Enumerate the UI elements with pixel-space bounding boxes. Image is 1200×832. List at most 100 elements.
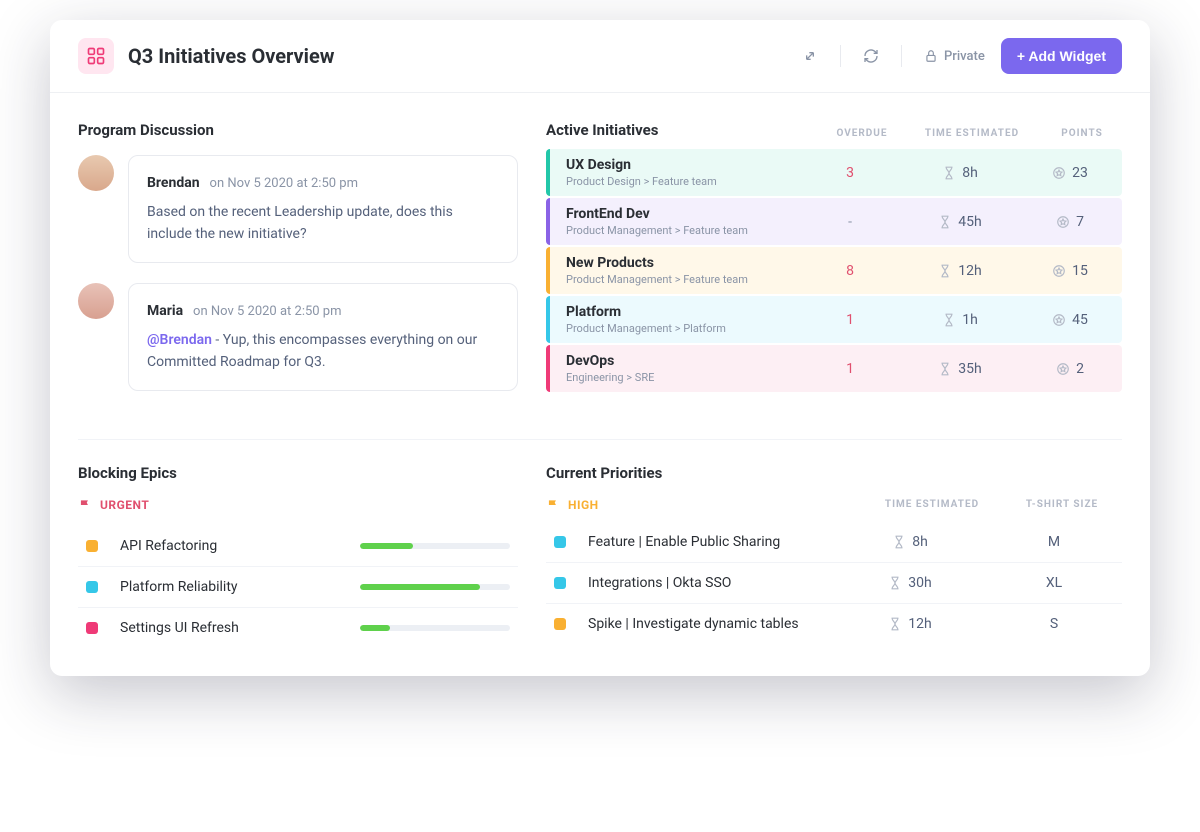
initiatives-list: UX DesignProduct Design > Feature team38…: [546, 149, 1122, 392]
dashboard-card: Q3 Initiatives Overview Private + Add Wi…: [50, 20, 1150, 676]
initiative-path: Product Management > Feature team: [566, 224, 810, 237]
hourglass-icon: [938, 362, 952, 376]
overdue-value: 1: [810, 312, 890, 328]
priorities-title: Current Priorities: [546, 464, 1122, 482]
priority-color-dot: [554, 577, 566, 589]
comment-head: Brendan on Nov 5 2020 at 2:50 pm: [147, 172, 499, 191]
priority-size: M: [994, 534, 1114, 550]
header: Q3 Initiatives Overview Private + Add Wi…: [50, 20, 1150, 93]
points-value: 7: [1030, 214, 1110, 230]
top-widgets: Program Discussion Brendan on Nov 5 2020…: [50, 93, 1150, 439]
initiative-name: DevOps: [566, 353, 810, 369]
initiative-name: UX Design: [566, 157, 810, 173]
points-value: 2: [1030, 361, 1110, 377]
discussion-title: Program Discussion: [78, 121, 518, 139]
priorities-head: HIGH TIME ESTIMATED T-SHIRT SIZE: [546, 498, 1122, 512]
initiative-row[interactable]: UX DesignProduct Design > Feature team38…: [546, 149, 1122, 196]
divider: [840, 45, 841, 67]
epic-color-dot: [86, 622, 98, 634]
hourglass-icon: [942, 313, 956, 327]
privacy-label: Private: [944, 49, 985, 64]
initiative-path: Product Management > Platform: [566, 322, 810, 335]
expand-icon[interactable]: [794, 40, 826, 72]
epic-name: API Refactoring: [120, 538, 346, 554]
star-icon: [1056, 362, 1070, 376]
initiative-info: DevOps Engineering > SRE: [566, 353, 810, 384]
initiative-name: New Products: [566, 255, 810, 271]
progress-bar: [360, 543, 510, 549]
col-size: T-SHIRT SIZE: [1002, 499, 1122, 510]
priority-name: Integrations | Okta SSO: [588, 575, 826, 591]
overdue-value: -: [810, 214, 890, 230]
lock-icon: [924, 49, 938, 63]
points-value: 23: [1030, 165, 1110, 181]
epic-name: Settings UI Refresh: [120, 620, 346, 636]
priority-color-dot: [554, 536, 566, 548]
hourglass-icon: [938, 264, 952, 278]
flag-icon: [78, 498, 92, 512]
comment-author: Brendan: [147, 175, 200, 191]
star-icon: [1052, 264, 1066, 278]
col-time: TIME ESTIMATED: [902, 128, 1042, 139]
widget-discussion: Program Discussion Brendan on Nov 5 2020…: [78, 121, 518, 411]
initiative-name: Platform: [566, 304, 810, 320]
epic-row[interactable]: Platform Reliability: [78, 567, 518, 608]
time-value: 35h: [890, 361, 1030, 377]
comment-bubble[interactable]: Brendan on Nov 5 2020 at 2:50 pm Based o…: [128, 155, 518, 263]
time-value: 45h: [890, 214, 1030, 230]
initiative-path: Engineering > SRE: [566, 371, 810, 384]
initiative-info: FrontEnd DevProduct Management > Feature…: [566, 206, 810, 237]
comment: Brendan on Nov 5 2020 at 2:50 pm Based o…: [78, 155, 518, 263]
star-icon: [1052, 166, 1066, 180]
progress-bar: [360, 584, 510, 590]
comment-author: Maria: [147, 303, 183, 319]
initiatives-columns: OVERDUE TIME ESTIMATED POINTS: [822, 128, 1122, 139]
overdue-value: 8: [810, 263, 890, 279]
privacy-toggle[interactable]: Private: [916, 49, 993, 64]
epic-list: API Refactoring Platform Reliability Setti…: [78, 526, 518, 648]
priority-row[interactable]: Integrations | Okta SSO30hXL: [546, 563, 1122, 604]
initiative-row[interactable]: DevOps Engineering > SRE135h2: [546, 345, 1122, 392]
flag-icon: [546, 498, 560, 512]
priority-size: XL: [994, 575, 1114, 591]
initiative-info: UX Design Product Design > Feature team: [566, 157, 810, 188]
hourglass-icon: [938, 215, 952, 229]
flag-label: URGENT: [100, 498, 149, 512]
initiative-row[interactable]: FrontEnd DevProduct Management > Feature…: [546, 198, 1122, 245]
overdue-value: 1: [810, 361, 890, 377]
priority-color-dot: [554, 618, 566, 630]
priority-row[interactable]: Feature | Enable Public Sharing8hM: [546, 522, 1122, 563]
initiative-row[interactable]: PlatformProduct Management > Platform11h…: [546, 296, 1122, 343]
initiative-path: Product Design > Feature team: [566, 175, 810, 188]
comment-time: on Nov 5 2020 at 2:50 pm: [193, 304, 341, 319]
add-widget-button[interactable]: + Add Widget: [1001, 38, 1122, 74]
comment-bubble[interactable]: Maria on Nov 5 2020 at 2:50 pm @Brendan …: [128, 283, 518, 391]
refresh-icon[interactable]: [855, 40, 887, 72]
hourglass-icon: [892, 535, 906, 549]
priority-name: Feature | Enable Public Sharing: [588, 534, 826, 550]
flag-high: HIGH: [546, 498, 599, 512]
initiative-path: Product Management > Feature team: [566, 273, 810, 286]
initiative-info: Platform Product Management > Platform: [566, 304, 810, 335]
bottom-widgets: Blocking Epics URGENT API RefactoringPla…: [50, 440, 1150, 676]
comment-time: on Nov 5 2020 at 2:50 pm: [210, 176, 358, 191]
widget-blocking: Blocking Epics URGENT API RefactoringPla…: [78, 440, 518, 648]
epic-row[interactable]: Settings UI Refresh: [78, 608, 518, 648]
initiative-row[interactable]: New Products Product Management > Feature…: [546, 247, 1122, 294]
priority-row[interactable]: Spike | Investigate dynamic tables12hS: [546, 604, 1122, 644]
hourglass-icon: [942, 166, 956, 180]
divider: [901, 45, 902, 67]
priority-name: Spike | Investigate dynamic tables: [588, 616, 826, 632]
col-points: POINTS: [1042, 128, 1122, 139]
epic-name: Platform Reliability: [120, 579, 346, 595]
avatar[interactable]: [78, 283, 114, 319]
priorities-columns: TIME ESTIMATED T-SHIRT SIZE: [862, 499, 1122, 510]
epic-row[interactable]: API Refactoring: [78, 526, 518, 567]
mention[interactable]: @Brendan: [147, 332, 212, 348]
priority-size: S: [994, 616, 1114, 632]
time-value: 12h: [890, 263, 1030, 279]
avatar[interactable]: [78, 155, 114, 191]
widget-initiatives: Active Initiatives OVERDUE TIME ESTIMATE…: [546, 121, 1122, 411]
initiatives-head: Active Initiatives OVERDUE TIME ESTIMATE…: [546, 121, 1122, 139]
progress-bar: [360, 625, 510, 631]
